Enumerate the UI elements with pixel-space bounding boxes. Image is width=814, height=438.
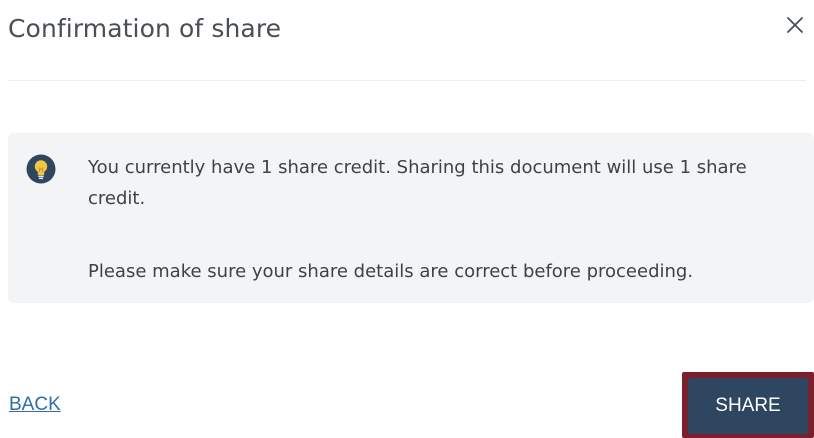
dialog-title: Confirmation of share xyxy=(8,14,282,43)
lightbulb-icon xyxy=(26,154,56,184)
back-link[interactable]: BACK xyxy=(9,394,61,416)
share-button[interactable]: SHARE xyxy=(688,378,808,434)
header-divider xyxy=(8,80,806,81)
share-credit-message: You currently have 1 share credit. Shari… xyxy=(88,157,747,209)
share-confirmation-dialog: Confirmation of share You currently have… xyxy=(0,0,814,438)
close-button[interactable] xyxy=(782,10,808,40)
close-icon xyxy=(787,17,803,33)
verify-details-note: Please make sure your share details are … xyxy=(88,261,694,282)
